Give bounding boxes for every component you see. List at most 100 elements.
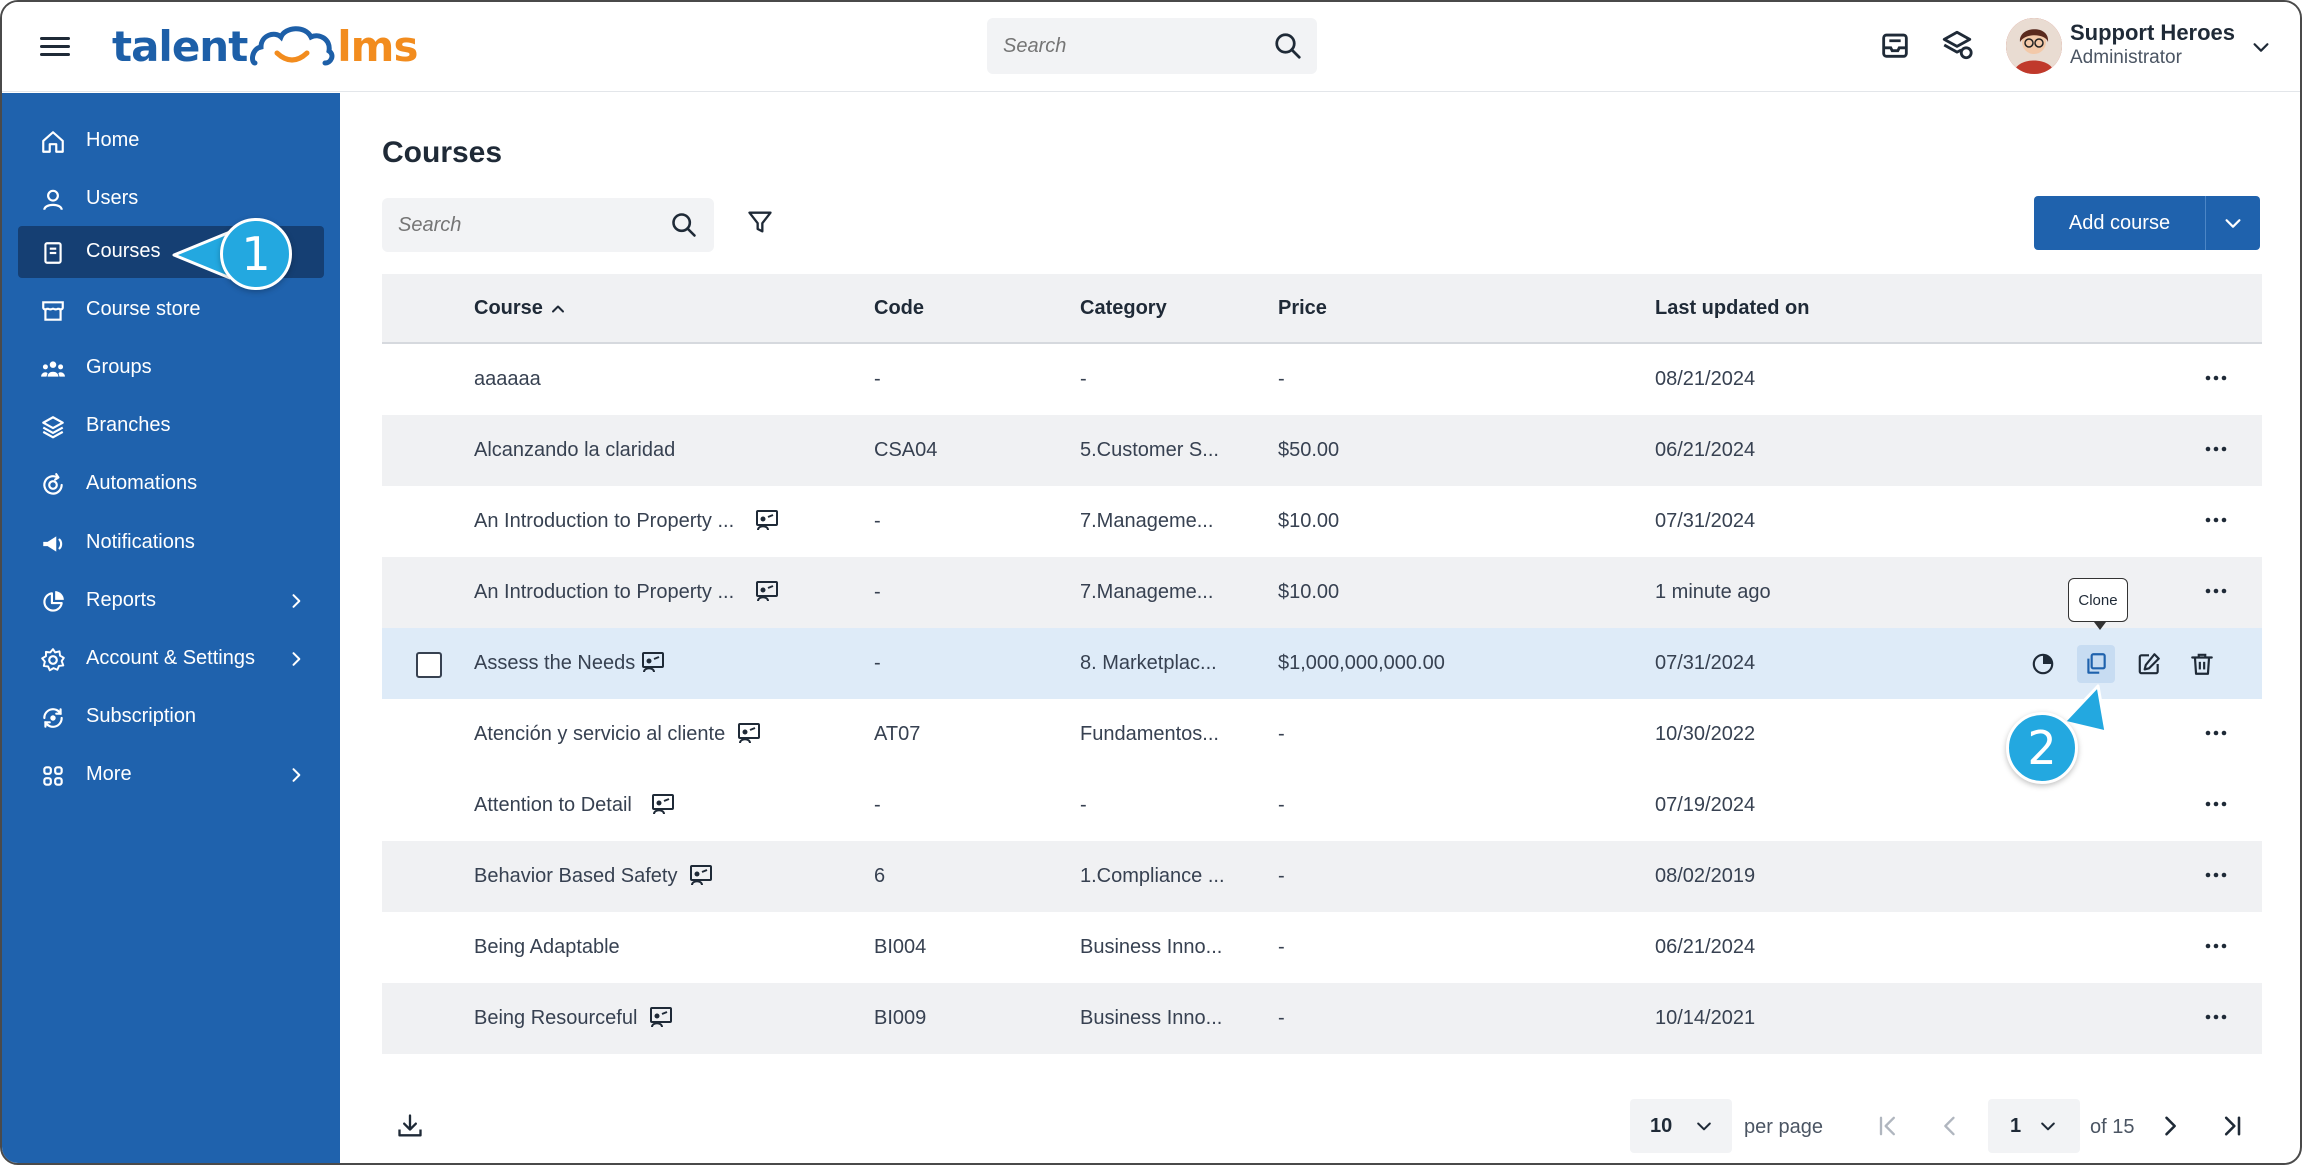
talentlms-logo[interactable]: talent lms: [112, 16, 418, 76]
course-price: -: [1278, 1007, 1285, 1029]
sidebar-item-label: Course store: [86, 298, 201, 320]
course-name[interactable]: aaaaaa: [474, 368, 541, 391]
course-code: 6: [874, 865, 886, 887]
sidebar-item-branches[interactable]: Branches: [18, 400, 324, 452]
course-code: -: [874, 652, 881, 674]
table-row[interactable]: aaaaaa - - - 08/21/2024: [382, 344, 2262, 415]
more-options-icon[interactable]: [2202, 792, 2230, 816]
reports-button[interactable]: [2024, 645, 2062, 683]
sidebar-item-label: Courses: [86, 240, 161, 262]
table-row[interactable]: Assess the Needs - 8. Marketplac... $1,0…: [382, 628, 2262, 699]
sidebar-item-subscription[interactable]: Subscription: [18, 691, 324, 743]
course-last-updated: 07/31/2024: [1655, 652, 1756, 674]
table-row[interactable]: Being Resourceful BI009 Business Inno...…: [382, 983, 2262, 1054]
course-name[interactable]: Being Resourceful: [474, 1007, 637, 1030]
sidebar-item-more[interactable]: More: [18, 749, 324, 801]
clone-button[interactable]: [2077, 645, 2115, 683]
next-page-icon[interactable]: [2156, 1112, 2184, 1140]
course-last-updated: 07/31/2024: [1655, 510, 1756, 532]
instructor-led-icon: [642, 652, 664, 673]
more-options-icon[interactable]: [2202, 863, 2230, 887]
sidebar-item-users[interactable]: Users: [18, 173, 324, 225]
per-page-value: 10: [1650, 1115, 1673, 1137]
course-price: -: [1278, 936, 1285, 958]
course-name[interactable]: Behavior Based Safety: [474, 865, 677, 888]
user-icon: [43, 189, 63, 211]
sidebar-item-notifications[interactable]: Notifications: [18, 517, 324, 569]
inbox-icon[interactable]: [1878, 28, 1912, 62]
table-row[interactable]: An Introduction to Property ... - 7.Mana…: [382, 557, 2262, 628]
courses-search: [382, 198, 714, 252]
sidebar-item-groups[interactable]: Groups: [18, 342, 324, 394]
table-row[interactable]: Attention to Detail - - - 07/19/2024: [382, 770, 2262, 841]
filter-icon[interactable]: [746, 208, 774, 236]
layers-icon: [42, 416, 64, 439]
table-row[interactable]: Behavior Based Safety 6 1.Compliance ...…: [382, 841, 2262, 912]
sidebar-item-label: Notifications: [86, 531, 195, 553]
table-row[interactable]: Being Adaptable BI004 Business Inno... -…: [382, 912, 2262, 983]
course-name[interactable]: An Introduction to Property ...: [474, 581, 734, 604]
row-checkbox[interactable]: [416, 652, 442, 678]
course-category: 7.Manageme...: [1080, 581, 1214, 603]
table-row[interactable]: An Introduction to Property ... - 7.Mana…: [382, 486, 2262, 557]
sidebar-item-home[interactable]: Home: [18, 115, 324, 167]
first-page-icon[interactable]: [1874, 1112, 1902, 1140]
search-icon[interactable]: [670, 211, 698, 239]
search-icon[interactable]: [1273, 31, 1303, 61]
course-name[interactable]: Being Adaptable: [474, 936, 620, 959]
more-options-icon[interactable]: [2202, 366, 2230, 390]
role-switch-icon[interactable]: [1940, 28, 1974, 62]
per-page-select[interactable]: 10: [1630, 1099, 1732, 1153]
user-profile-menu[interactable]: Support Heroes Administrator: [2002, 12, 2292, 82]
add-course-button[interactable]: Add course: [2034, 196, 2206, 250]
course-name[interactable]: Attention to Detail: [474, 794, 632, 817]
global-search: [987, 18, 1317, 74]
course-code: BI004: [874, 936, 927, 958]
table-row[interactable]: Atención y servicio al cliente AT07 Fund…: [382, 699, 2262, 770]
course-category: 1.Compliance ...: [1080, 865, 1225, 887]
sidebar-item-automations[interactable]: Automations: [18, 458, 324, 510]
course-name[interactable]: Atención y servicio al cliente: [474, 723, 725, 746]
global-search-input[interactable]: [987, 18, 1267, 74]
course-price: -: [1278, 865, 1285, 887]
column-header-course[interactable]: Course: [474, 297, 543, 320]
sidebar-item-course-store[interactable]: Course store: [18, 284, 324, 336]
user-role: Administrator: [2070, 47, 2182, 68]
course-category: Fundamentos...: [1080, 723, 1219, 745]
column-header-last-updated[interactable]: Last updated on: [1655, 297, 1809, 320]
sidebar-item-label: Automations: [86, 472, 198, 494]
more-options-icon[interactable]: [2202, 437, 2230, 461]
courses-search-input[interactable]: [382, 198, 652, 252]
more-options-icon[interactable]: [2202, 721, 2230, 745]
sort-ascending-icon[interactable]: [548, 299, 568, 319]
more-options-icon[interactable]: [2202, 579, 2230, 603]
sidebar-item-reports[interactable]: Reports: [18, 575, 324, 627]
download-icon[interactable]: [396, 1112, 424, 1140]
course-name[interactable]: An Introduction to Property ...: [474, 510, 734, 533]
more-options-icon[interactable]: [2202, 1005, 2230, 1029]
subscription-icon: [43, 708, 63, 728]
add-course-dropdown-toggle[interactable]: [2206, 196, 2260, 250]
edit-button[interactable]: [2130, 645, 2168, 683]
course-last-updated: 10/14/2021: [1655, 1007, 1756, 1029]
automation-icon: [43, 473, 63, 495]
page-number-select[interactable]: 1: [1988, 1099, 2080, 1153]
sidebar-item-account-settings[interactable]: Account & Settings: [18, 633, 324, 685]
previous-page-icon[interactable]: [1936, 1112, 1964, 1140]
column-header-category[interactable]: Category: [1080, 297, 1167, 320]
menu-icon[interactable]: [40, 32, 70, 60]
more-options-icon[interactable]: [2202, 934, 2230, 958]
course-category: -: [1080, 368, 1087, 390]
column-header-code[interactable]: Code: [874, 297, 924, 320]
table-row[interactable]: Alcanzando la claridad CSA04 5.Customer …: [382, 415, 2262, 486]
course-name[interactable]: Assess the Needs: [474, 652, 635, 675]
page-title: Courses: [382, 136, 503, 169]
course-name[interactable]: Alcanzando la claridad: [474, 439, 675, 462]
last-page-icon[interactable]: [2218, 1112, 2246, 1140]
column-header-price[interactable]: Price: [1278, 297, 1327, 320]
course-category: Business Inno...: [1080, 1007, 1223, 1029]
more-options-icon[interactable]: [2202, 508, 2230, 532]
delete-button[interactable]: [2183, 645, 2221, 683]
clone-tooltip: Clone: [2068, 578, 2128, 630]
store-icon: [42, 301, 64, 321]
